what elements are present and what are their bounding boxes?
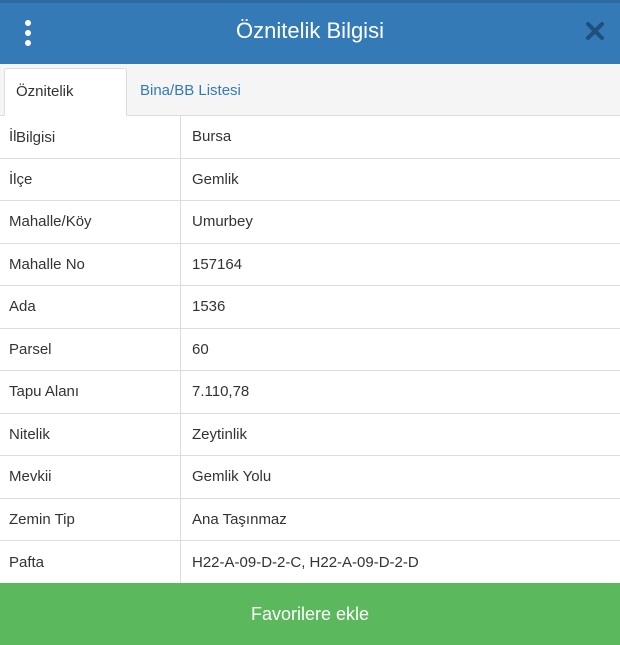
attribute-value: 60 — [192, 340, 209, 358]
tab-building-list[interactable]: Bina/BB Listesi — [129, 68, 252, 116]
attribute-value: 1536 — [192, 298, 226, 316]
table-row: Ada 1536 — [0, 286, 620, 329]
panel-header: Öznitelik Bilgisi — [0, 0, 620, 64]
table-row: Pafta H22-A-09-D-2-C, H22-A-09-D-2-D — [0, 541, 620, 584]
attribute-value: 157164 — [192, 255, 243, 273]
attribute-table: İl Bursa İlçe Gemlik Mahalle/Köy Umurbey… — [0, 116, 620, 584]
attribute-value: Bursa — [192, 128, 232, 146]
table-row: İl Bursa — [0, 116, 620, 159]
table-row: İlçe Gemlik — [0, 158, 620, 201]
table-row: Mevkii Gemlik Yolu — [0, 456, 620, 499]
table-row: Mahalle No 157164 — [0, 243, 620, 286]
close-icon — [586, 22, 604, 40]
table-row: Tapu Alanı 7.110,78 — [0, 371, 620, 414]
attribute-label: Zemin Tip — [0, 498, 181, 540]
attribute-label: Mahalle No — [0, 243, 181, 285]
attribute-label: Nitelik — [0, 413, 181, 455]
attribute-label: Tapu Alanı — [0, 371, 181, 413]
attribute-label: Mahalle/Köy — [0, 201, 181, 243]
attribute-label: İlçe — [0, 158, 181, 200]
table-row: Nitelik Zeytinlik — [0, 413, 620, 456]
panel-title: Öznitelik Bilgisi — [236, 18, 384, 43]
attribute-value: Ana Taşınmaz — [192, 510, 287, 528]
attribute-label: Parsel — [0, 328, 181, 370]
attribute-value: Gemlik Yolu — [192, 468, 272, 486]
attribute-label: Pafta — [0, 541, 181, 584]
tab-bar: Öznitelik Bilgisi Bina/BB Listesi — [0, 64, 620, 146]
attribute-value: 7.110,78 — [192, 383, 250, 401]
attribute-value: Umurbey — [192, 213, 253, 231]
attribute-label: Mevkii — [0, 456, 181, 498]
close-button[interactable] — [584, 20, 606, 42]
add-to-favorites-button[interactable]: Favorilere ekle — [0, 583, 620, 645]
attribute-value: H22-A-09-D-2-C, H22-A-09-D-2-D — [192, 553, 419, 571]
attribute-value: Zeytinlik — [192, 425, 248, 443]
attribute-value: Gemlik — [192, 170, 239, 188]
attribute-label: Ada — [0, 286, 181, 328]
attribute-info-panel: Öznitelik Bilgisi Öznitelik Bilgisi Bina… — [0, 0, 620, 645]
tab-attribute-info[interactable]: Öznitelik Bilgisi — [4, 68, 127, 146]
table-row: Zemin Tip Ana Taşınmaz — [0, 498, 620, 541]
attribute-label: İl — [0, 116, 181, 158]
table-row: Parsel 60 — [0, 328, 620, 371]
table-row: Mahalle/Köy Umurbey — [0, 201, 620, 244]
